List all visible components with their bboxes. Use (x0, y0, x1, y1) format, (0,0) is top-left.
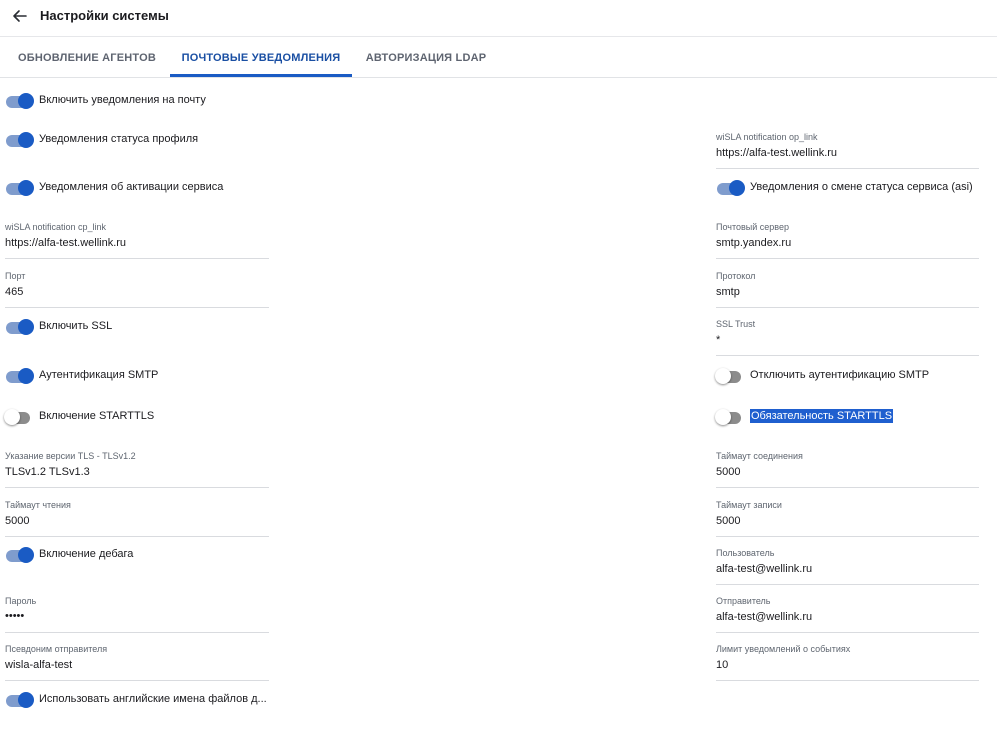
toggle-label: Обязательность STARTTLS (750, 409, 894, 423)
field-port: Порт (5, 271, 269, 308)
field-event-limit: Лимит уведомлений о событиях (716, 644, 979, 681)
protocol-input[interactable] (716, 283, 979, 301)
toggle-knob (18, 93, 34, 109)
tls-version-input[interactable] (5, 463, 269, 481)
toggle-label: Включение дебага (39, 548, 134, 560)
tab-bar: ОБНОВЛЕНИЕ АГЕНТОВ ПОЧТОВЫЕ УВЕДОМЛЕНИЯ … (0, 37, 997, 78)
toggle-knob (18, 692, 34, 708)
sender-alias-input[interactable] (5, 656, 269, 674)
field-op-link: wiSLA notification op_link (716, 132, 979, 169)
field-label: Почтовый сервер (716, 222, 789, 232)
toggle-knob (18, 319, 34, 335)
toggle-label: Использовать английские имена файлов д..… (39, 693, 267, 705)
field-protocol: Протокол (716, 271, 979, 308)
field-tls-version: Указание версии TLS - TLSv1.2 (5, 451, 269, 488)
field-ssl-trust: SSL Trust (716, 319, 979, 356)
field-label: Протокол (716, 271, 756, 281)
toggle-knob (715, 409, 731, 425)
toggle-label: Включить SSL (39, 320, 113, 332)
connection-timeout-input[interactable] (716, 463, 979, 481)
field-label: Отправитель (716, 596, 771, 606)
page-title: Настройки системы (40, 8, 169, 23)
toggle-label: Уведомления статуса профиля (39, 133, 199, 145)
tab-agent-updates[interactable]: ОБНОВЛЕНИЕ АГЕНТОВ (10, 37, 164, 77)
toggle-label: Включить уведомления на почту (39, 94, 206, 106)
sender-input[interactable] (716, 608, 979, 626)
toggle-label: Отключить аутентификацию SMTP (750, 369, 930, 381)
field-user: Пользователь (716, 548, 979, 585)
toggle-label: Уведомления об активации сервиса (39, 181, 224, 193)
op-link-input[interactable] (716, 144, 979, 162)
field-label: wiSLA notification cp_link (5, 222, 107, 232)
arrow-left-icon (13, 10, 27, 22)
cp-link-input[interactable] (5, 234, 269, 252)
field-label: Порт (5, 271, 26, 281)
toggle-label: Уведомления о смене статуса сервиса (asi… (750, 181, 973, 193)
tab-email-notifications[interactable]: ПОЧТОВЫЕ УВЕДОМЛЕНИЯ (170, 37, 352, 77)
field-sender: Отправитель (716, 596, 979, 633)
field-label: Таймаут соединения (716, 451, 803, 461)
header: Настройки системы (0, 0, 997, 37)
back-button[interactable] (10, 6, 30, 26)
field-connection-timeout: Таймаут соединения (716, 451, 979, 488)
field-password: Пароль ••••• (5, 596, 269, 633)
toggle-knob (18, 547, 34, 563)
user-input[interactable] (716, 560, 979, 578)
field-label: Пользователь (716, 548, 775, 558)
read-timeout-input[interactable] (5, 512, 269, 530)
field-label: Лимит уведомлений о событиях (716, 644, 851, 654)
field-label: SSL Trust (716, 319, 756, 329)
field-sender-alias: Псевдоним отправителя (5, 644, 269, 681)
event-limit-input[interactable] (716, 656, 979, 674)
field-label: Таймаут чтения (5, 500, 71, 510)
field-label: Таймаут записи (716, 500, 782, 510)
port-input[interactable] (5, 283, 269, 301)
toggle-knob (729, 180, 745, 196)
toggle-knob (715, 368, 731, 384)
field-label: Псевдоним отправителя (5, 644, 108, 654)
field-mail-server: Почтовый сервер (716, 222, 979, 259)
toggle-knob (18, 180, 34, 196)
field-write-timeout: Таймаут записи (716, 500, 979, 537)
field-cp-link: wiSLA notification cp_link (5, 222, 269, 259)
write-timeout-input[interactable] (716, 512, 979, 530)
field-label: wiSLA notification op_link (716, 132, 818, 142)
toggle-knob (18, 132, 34, 148)
field-label: Указание версии TLS - TLSv1.2 (5, 451, 136, 461)
toggle-label: Включение STARTTLS (39, 410, 155, 422)
field-label: Пароль (5, 596, 37, 606)
field-read-timeout: Таймаут чтения (5, 500, 269, 537)
toggle-knob (18, 368, 34, 384)
tab-ldap-authorization[interactable]: АВТОРИЗАЦИЯ LDAP (358, 37, 494, 77)
ssl-trust-input[interactable] (716, 331, 979, 349)
mail-server-input[interactable] (716, 234, 979, 252)
toggle-label: Аутентификация SMTP (39, 369, 159, 381)
toggle-knob (4, 409, 20, 425)
password-input[interactable]: ••••• (5, 610, 24, 622)
